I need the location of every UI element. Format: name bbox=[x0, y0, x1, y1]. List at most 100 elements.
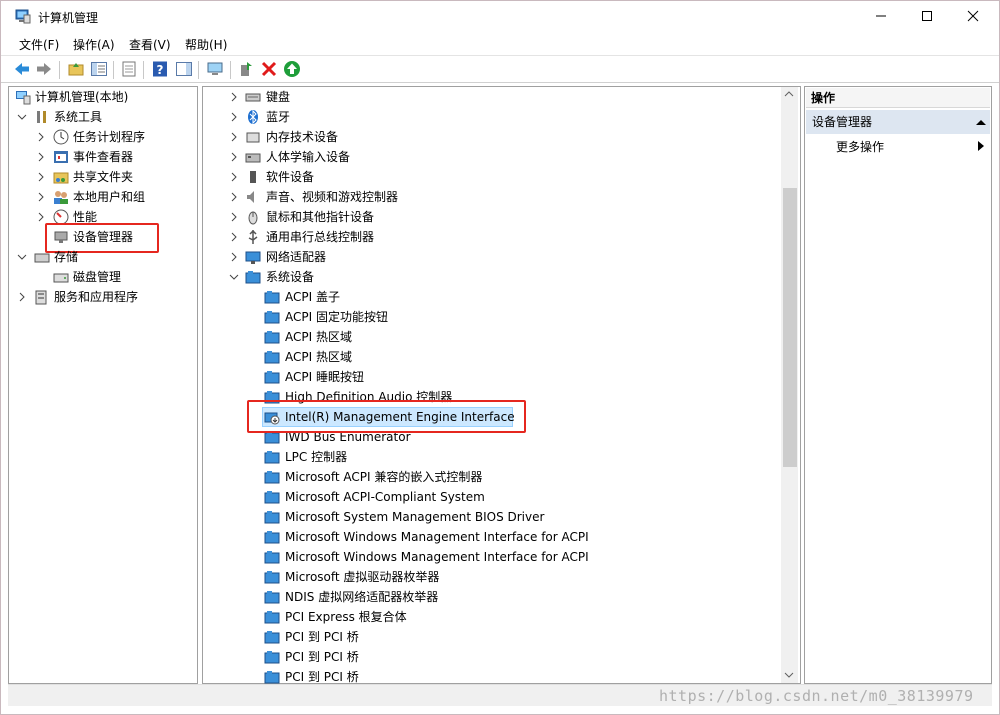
system-device-icon bbox=[264, 551, 280, 564]
actions-pane: 操作 设备管理器 更多操作 bbox=[804, 86, 992, 684]
tree-event-viewer[interactable]: 事件查看器 bbox=[73, 149, 133, 165]
device-category-label[interactable]: 内存技术设备 bbox=[266, 129, 338, 145]
tree-storage[interactable]: 存储 bbox=[54, 249, 78, 265]
chevron-down-icon[interactable] bbox=[17, 112, 27, 122]
minimize-button[interactable] bbox=[858, 1, 904, 31]
chevron-right-icon[interactable] bbox=[36, 172, 46, 182]
system-device-label[interactable]: LPC 控制器 bbox=[285, 449, 347, 465]
back-arrow-icon[interactable] bbox=[13, 60, 31, 78]
chevron-down-icon[interactable] bbox=[17, 252, 27, 262]
uninstall-device-icon[interactable] bbox=[260, 60, 278, 78]
collapse-up-icon[interactable] bbox=[976, 119, 986, 126]
show-action-pane-icon[interactable] bbox=[175, 60, 193, 78]
update-driver-icon[interactable] bbox=[237, 60, 255, 78]
maximize-button[interactable] bbox=[904, 1, 950, 31]
users-icon bbox=[54, 191, 68, 204]
tree-shared-folders[interactable]: 共享文件夹 bbox=[73, 169, 133, 185]
system-device-label[interactable]: PCI 到 PCI 桥 bbox=[285, 629, 359, 645]
disk-management-icon bbox=[53, 273, 69, 283]
scroll-down-arrow-icon[interactable] bbox=[784, 671, 794, 679]
chevron-down-icon[interactable] bbox=[229, 272, 239, 282]
system-device-icon bbox=[264, 371, 280, 384]
device-category-label[interactable]: 软件设备 bbox=[266, 169, 314, 185]
actions-group-device-manager[interactable]: 设备管理器 bbox=[806, 110, 990, 134]
tree-root-label[interactable]: 计算机管理(本地) bbox=[35, 89, 128, 105]
help-icon[interactable]: ? bbox=[151, 60, 169, 78]
device-category-label[interactable]: 鼠标和其他指针设备 bbox=[266, 209, 374, 225]
system-device-label[interactable]: ACPI 热区域 bbox=[285, 329, 352, 345]
close-button[interactable] bbox=[950, 1, 996, 31]
chevron-right-icon[interactable] bbox=[229, 172, 239, 182]
system-device-label[interactable]: Microsoft Windows Management Interface f… bbox=[285, 529, 589, 545]
system-device-label[interactable]: ACPI 固定功能按钮 bbox=[285, 309, 388, 325]
event-viewer-icon bbox=[54, 151, 68, 163]
enable-device-icon[interactable] bbox=[283, 60, 301, 78]
menu-help[interactable]: 帮助(H) bbox=[185, 36, 227, 53]
maximize-icon bbox=[922, 11, 932, 21]
toolbar-separator bbox=[198, 61, 199, 79]
close-icon bbox=[967, 10, 979, 22]
chevron-right-icon[interactable] bbox=[36, 212, 46, 222]
system-device-label[interactable]: PCI 到 PCI 桥 bbox=[285, 669, 359, 685]
chevron-right-icon[interactable] bbox=[36, 132, 46, 142]
system-device-label[interactable]: ACPI 睡眠按钮 bbox=[285, 369, 364, 385]
computer-management-icon bbox=[16, 91, 31, 105]
memory-device-icon bbox=[246, 132, 260, 143]
chevron-right-icon[interactable] bbox=[229, 152, 239, 162]
system-device-icon bbox=[264, 611, 280, 624]
system-device-icon bbox=[264, 311, 280, 324]
chevron-right-icon[interactable] bbox=[229, 232, 239, 242]
scrollbar-thumb[interactable] bbox=[783, 188, 797, 467]
system-device-icon bbox=[245, 271, 261, 284]
actions-group-label: 设备管理器 bbox=[812, 115, 873, 129]
scan-hardware-icon[interactable] bbox=[206, 60, 224, 78]
chevron-right-icon[interactable] bbox=[229, 212, 239, 222]
keyboard-icon bbox=[245, 93, 261, 102]
device-category-label[interactable]: 声音、视频和游戏控制器 bbox=[266, 189, 398, 205]
system-device-label[interactable]: NDIS 虚拟网络适配器枚举器 bbox=[285, 589, 438, 605]
system-device-label[interactable]: PCI Express 根复合体 bbox=[285, 609, 407, 625]
title-bar: 计算机管理 bbox=[1, 1, 999, 32]
forward-arrow-icon[interactable] bbox=[35, 60, 53, 78]
tree-services-apps[interactable]: 服务和应用程序 bbox=[54, 289, 138, 305]
system-device-label[interactable]: ACPI 热区域 bbox=[285, 349, 352, 365]
more-actions-link[interactable]: 更多操作 bbox=[836, 138, 884, 155]
system-device-label[interactable]: Microsoft Windows Management Interface f… bbox=[285, 549, 589, 565]
chevron-right-icon[interactable] bbox=[229, 132, 239, 142]
tree-local-users[interactable]: 本地用户和组 bbox=[73, 189, 145, 205]
menu-file[interactable]: 文件(F) bbox=[19, 36, 59, 53]
system-device-icon bbox=[264, 591, 280, 604]
chevron-right-icon[interactable] bbox=[229, 192, 239, 202]
system-device-label[interactable]: Microsoft System Management BIOS Driver bbox=[285, 509, 544, 525]
chevron-right-icon[interactable] bbox=[17, 292, 27, 302]
device-category-label[interactable]: 系统设备 bbox=[266, 269, 314, 285]
system-device-label[interactable]: Microsoft ACPI 兼容的嵌入式控制器 bbox=[285, 469, 482, 485]
scroll-up-arrow-icon[interactable] bbox=[784, 90, 794, 98]
system-device-label[interactable]: Microsoft ACPI-Compliant System bbox=[285, 489, 485, 505]
system-device-label[interactable]: ACPI 盖子 bbox=[285, 289, 340, 305]
chevron-right-icon[interactable] bbox=[229, 112, 239, 122]
tree-task-scheduler[interactable]: 任务计划程序 bbox=[73, 129, 145, 145]
chevron-right-icon[interactable] bbox=[229, 252, 239, 262]
svg-text:?: ? bbox=[157, 63, 164, 77]
device-category-label[interactable]: 网络适配器 bbox=[266, 249, 326, 265]
up-folder-icon[interactable] bbox=[67, 60, 85, 78]
toolbar-separator bbox=[113, 61, 114, 79]
tree-system-tools[interactable]: 系统工具 bbox=[54, 109, 102, 125]
device-category-label[interactable]: 人体学输入设备 bbox=[266, 149, 350, 165]
actions-header: 操作 bbox=[806, 88, 990, 108]
device-category-label[interactable]: 键盘 bbox=[266, 89, 290, 105]
menu-action[interactable]: 操作(A) bbox=[73, 36, 115, 53]
chevron-right-icon[interactable] bbox=[36, 152, 46, 162]
tree-disk-management[interactable]: 磁盘管理 bbox=[73, 269, 121, 285]
properties-icon[interactable] bbox=[120, 60, 138, 78]
device-category-label[interactable]: 通用串行总线控制器 bbox=[266, 229, 374, 245]
chevron-right-icon[interactable] bbox=[36, 192, 46, 202]
system-device-label[interactable]: Microsoft 虚拟驱动器枚举器 bbox=[285, 569, 439, 585]
chevron-right-icon[interactable] bbox=[229, 92, 239, 102]
watermark-text: https://blog.csdn.net/m0_38139979 bbox=[659, 687, 974, 705]
show-hide-tree-icon[interactable] bbox=[90, 60, 108, 78]
device-category-label[interactable]: 蓝牙 bbox=[266, 109, 290, 125]
system-device-label[interactable]: PCI 到 PCI 桥 bbox=[285, 649, 359, 665]
menu-view[interactable]: 查看(V) bbox=[129, 36, 171, 53]
